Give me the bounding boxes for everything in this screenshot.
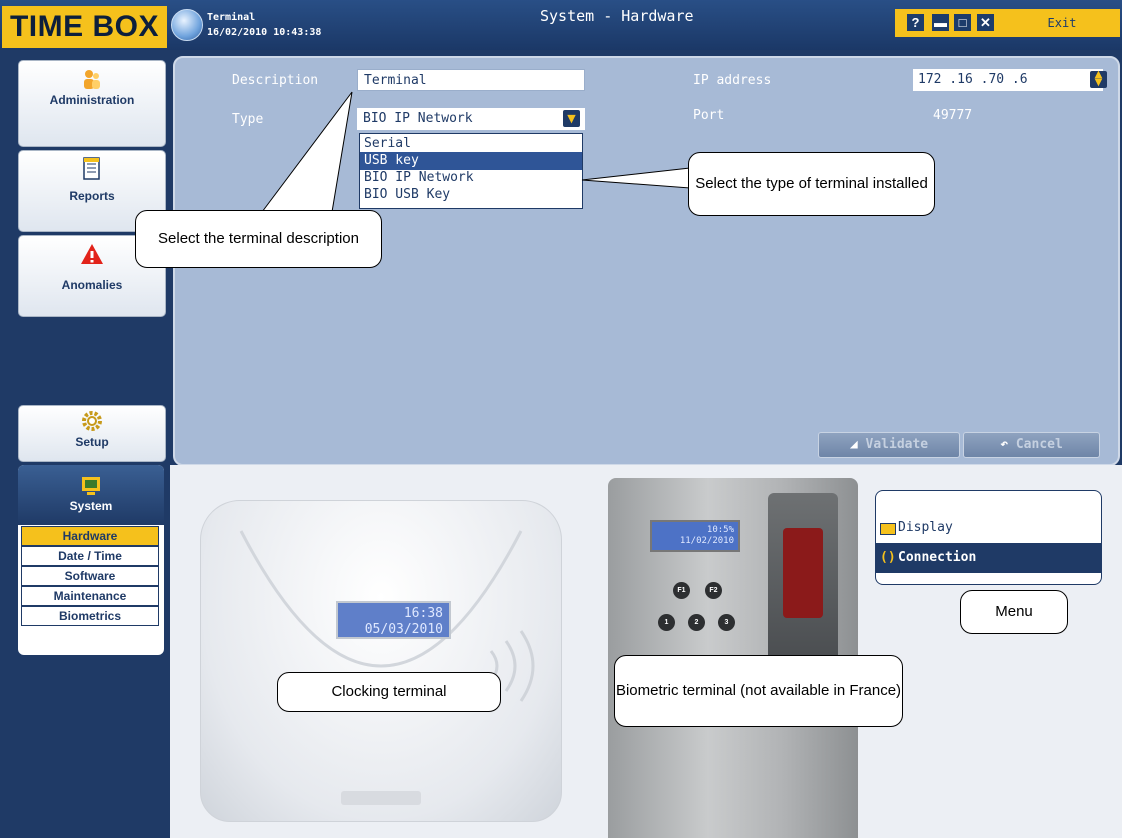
port-value: 49777 bbox=[933, 108, 973, 123]
port-label: Port bbox=[693, 108, 725, 123]
title-bar: TIME BOX Terminal 16/02/2010 10:43:38 Sy… bbox=[0, 0, 1122, 50]
callout-terminal-type: Select the type of terminal installed bbox=[688, 152, 935, 216]
checkmark-icon: ◢ bbox=[849, 437, 858, 452]
clock-lcd-screen: 16:38 05/03/2010 bbox=[336, 601, 451, 639]
window-controls: ? ▬ □ ✕ Exit bbox=[895, 9, 1120, 37]
cancel-label: Cancel bbox=[1015, 437, 1063, 452]
type-option-serial[interactable]: Serial bbox=[360, 135, 582, 153]
maximize-icon[interactable]: □ bbox=[954, 14, 971, 31]
ip-address-label: IP address bbox=[693, 73, 772, 88]
help-icon[interactable]: ? bbox=[907, 14, 924, 31]
cancel-button[interactable]: ↶ Cancel bbox=[963, 432, 1100, 458]
terminal-globe-icon bbox=[171, 9, 203, 41]
key-f1: F1 bbox=[673, 582, 690, 599]
subnav-maintenance[interactable]: Maintenance bbox=[21, 586, 159, 606]
clock-lcd-time: 16:38 bbox=[403, 606, 443, 621]
key-f2: F2 bbox=[705, 582, 722, 599]
app-logo: TIME BOX bbox=[2, 6, 167, 48]
nav-administration-label: Administration bbox=[49, 93, 135, 107]
subnav-biometrics[interactable]: Biometrics bbox=[21, 606, 159, 626]
users-icon bbox=[19, 67, 165, 91]
nav-setup-label: Setup bbox=[75, 435, 109, 449]
bio-lcd-time: 10:5% bbox=[706, 525, 734, 535]
close-icon[interactable]: ✕ bbox=[977, 14, 994, 31]
nav-system: System Hardware Date / Time Software Mai… bbox=[18, 465, 164, 655]
nav-reports-label: Reports bbox=[69, 189, 115, 203]
bio-lcd-screen: 10:5% 11/02/2010 bbox=[650, 520, 740, 552]
chevron-down-icon[interactable]: ▼ bbox=[563, 110, 580, 127]
type-option-usb-key[interactable]: USB key bbox=[360, 152, 582, 170]
nav-administration[interactable]: Administration bbox=[18, 60, 166, 147]
gear-icon bbox=[19, 409, 165, 433]
undo-arrow-icon: ↶ bbox=[1000, 437, 1009, 452]
subnav-software[interactable]: Software bbox=[21, 566, 159, 586]
validate-button[interactable]: ◢ Validate bbox=[818, 432, 960, 458]
fingerprint-sensor bbox=[783, 528, 823, 618]
fingerprint-reader bbox=[768, 493, 838, 663]
spinner-icon[interactable]: ▲ ▼ bbox=[1090, 70, 1107, 88]
terminal-datetime: 16/02/2010 10:43:38 bbox=[207, 27, 322, 38]
menu-item-connection[interactable]: () Connection bbox=[876, 543, 1101, 573]
type-dropdown-list: Serial USB key BIO IP Network BIO USB Ke… bbox=[359, 133, 583, 209]
window-title: System - Hardware bbox=[540, 7, 694, 25]
subnav-date-time[interactable]: Date / Time bbox=[21, 546, 159, 566]
nav-system-label: System bbox=[69, 499, 113, 513]
callout-menu: Menu bbox=[960, 590, 1068, 634]
type-option-bio-ip-network[interactable]: BIO IP Network bbox=[360, 169, 582, 187]
nav-setup[interactable]: Setup bbox=[18, 405, 166, 462]
clocking-terminal-image: 16:38 05/03/2010 bbox=[200, 500, 562, 822]
menu-display-label: Display bbox=[898, 520, 953, 535]
display-icon bbox=[880, 523, 896, 535]
system-icon bbox=[18, 473, 164, 497]
document-icon bbox=[19, 157, 165, 181]
bio-lcd-date: 11/02/2010 bbox=[679, 536, 734, 546]
terminal-menu: Display () Connection bbox=[875, 490, 1102, 585]
description-label: Description bbox=[232, 73, 319, 88]
type-option-bio-usb-key[interactable]: BIO USB Key bbox=[360, 186, 582, 204]
terminal-casing-lines bbox=[239, 530, 535, 805]
callout-clocking-terminal: Clocking terminal bbox=[277, 672, 501, 712]
terminal-name: Terminal bbox=[207, 12, 256, 23]
subnav-hardware[interactable]: Hardware bbox=[21, 526, 159, 546]
key-2: 2 bbox=[688, 614, 705, 631]
clock-lcd-date: 05/03/2010 bbox=[364, 622, 443, 637]
callout-biometric-terminal: Biometric terminal (not available in Fra… bbox=[614, 655, 903, 727]
key-1: 1 bbox=[658, 614, 675, 631]
nav-anomalies-label: Anomalies bbox=[61, 278, 123, 292]
key-3: 3 bbox=[718, 614, 735, 631]
menu-connection-label: Connection bbox=[898, 550, 977, 565]
connection-icon: () bbox=[880, 550, 896, 565]
exit-button[interactable]: Exit bbox=[1020, 13, 1104, 33]
minimize-icon[interactable]: ▬ bbox=[932, 14, 949, 31]
type-select[interactable]: BIO IP Network bbox=[357, 108, 585, 130]
type-label: Type bbox=[232, 112, 264, 127]
ip-address-input[interactable]: 172 .16 .70 .6 bbox=[913, 69, 1103, 91]
validate-label: Validate bbox=[865, 437, 929, 452]
menu-item-display[interactable]: Display bbox=[876, 517, 1101, 539]
description-input[interactable]: Terminal bbox=[357, 69, 585, 91]
nav-system-header[interactable]: System bbox=[18, 465, 164, 525]
callout-terminal-description: Select the terminal description bbox=[135, 210, 382, 268]
